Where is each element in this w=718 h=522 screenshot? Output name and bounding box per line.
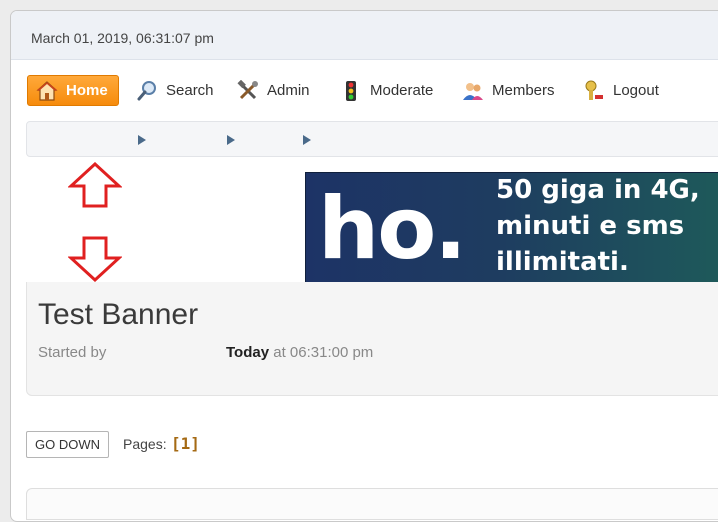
nav-search-label: Search: [166, 82, 214, 99]
topic-title: Test Banner: [38, 298, 199, 331]
nav-admin-label: Admin: [267, 82, 310, 99]
started-by-label: Started by: [38, 344, 107, 361]
banner-line-2: minuti e sms: [496, 211, 685, 241]
nav-search-button[interactable]: Search: [136, 75, 214, 106]
key-icon: [583, 80, 605, 102]
breadcrumb-separator-icon: [227, 135, 235, 145]
nav-logout-label: Logout: [613, 82, 659, 99]
post-box: [26, 488, 718, 520]
ad-banner[interactable]: ho. 50 giga in 4G, minuti e sms illimita…: [305, 172, 718, 286]
tools-icon: [237, 79, 259, 102]
nav-moderate-label: Moderate: [370, 82, 434, 99]
nav-home-label: Home: [66, 82, 108, 99]
nav-members-label: Members: [492, 82, 555, 99]
topic-date: Today at 06:31:00 pm: [226, 344, 373, 361]
nav-moderate-button[interactable]: Moderate: [340, 75, 433, 106]
breadcrumb-separator-icon: [303, 135, 311, 145]
nav-home-button[interactable]: Home: [27, 75, 119, 106]
current-date: March 01, 2019, 06:31:07 pm: [31, 30, 214, 46]
arrow-up-icon: [68, 162, 122, 208]
members-icon: [462, 80, 484, 102]
nav-members-button[interactable]: Members: [462, 75, 555, 106]
banner-line-1: 50 giga in 4G,: [496, 175, 700, 205]
arrow-down-icon: [68, 236, 122, 282]
topic-time: at 06:31:00 pm: [273, 344, 374, 361]
home-icon: [36, 80, 58, 102]
topic-date-day: Today: [226, 344, 270, 361]
pages-label: Pages:: [123, 436, 167, 452]
current-page: [1]: [171, 434, 200, 453]
traffic-light-icon: [340, 80, 362, 102]
search-icon: [136, 80, 158, 102]
nav-logout-button[interactable]: Logout: [583, 75, 659, 106]
go-down-button[interactable]: GO DOWN: [26, 431, 109, 458]
banner-logo: ho.: [318, 179, 467, 279]
banner-line-3: illimitati.: [496, 247, 629, 277]
breadcrumb-separator-icon: [138, 135, 146, 145]
nav-admin-button[interactable]: Admin: [237, 75, 310, 106]
breadcrumb: [26, 121, 718, 157]
